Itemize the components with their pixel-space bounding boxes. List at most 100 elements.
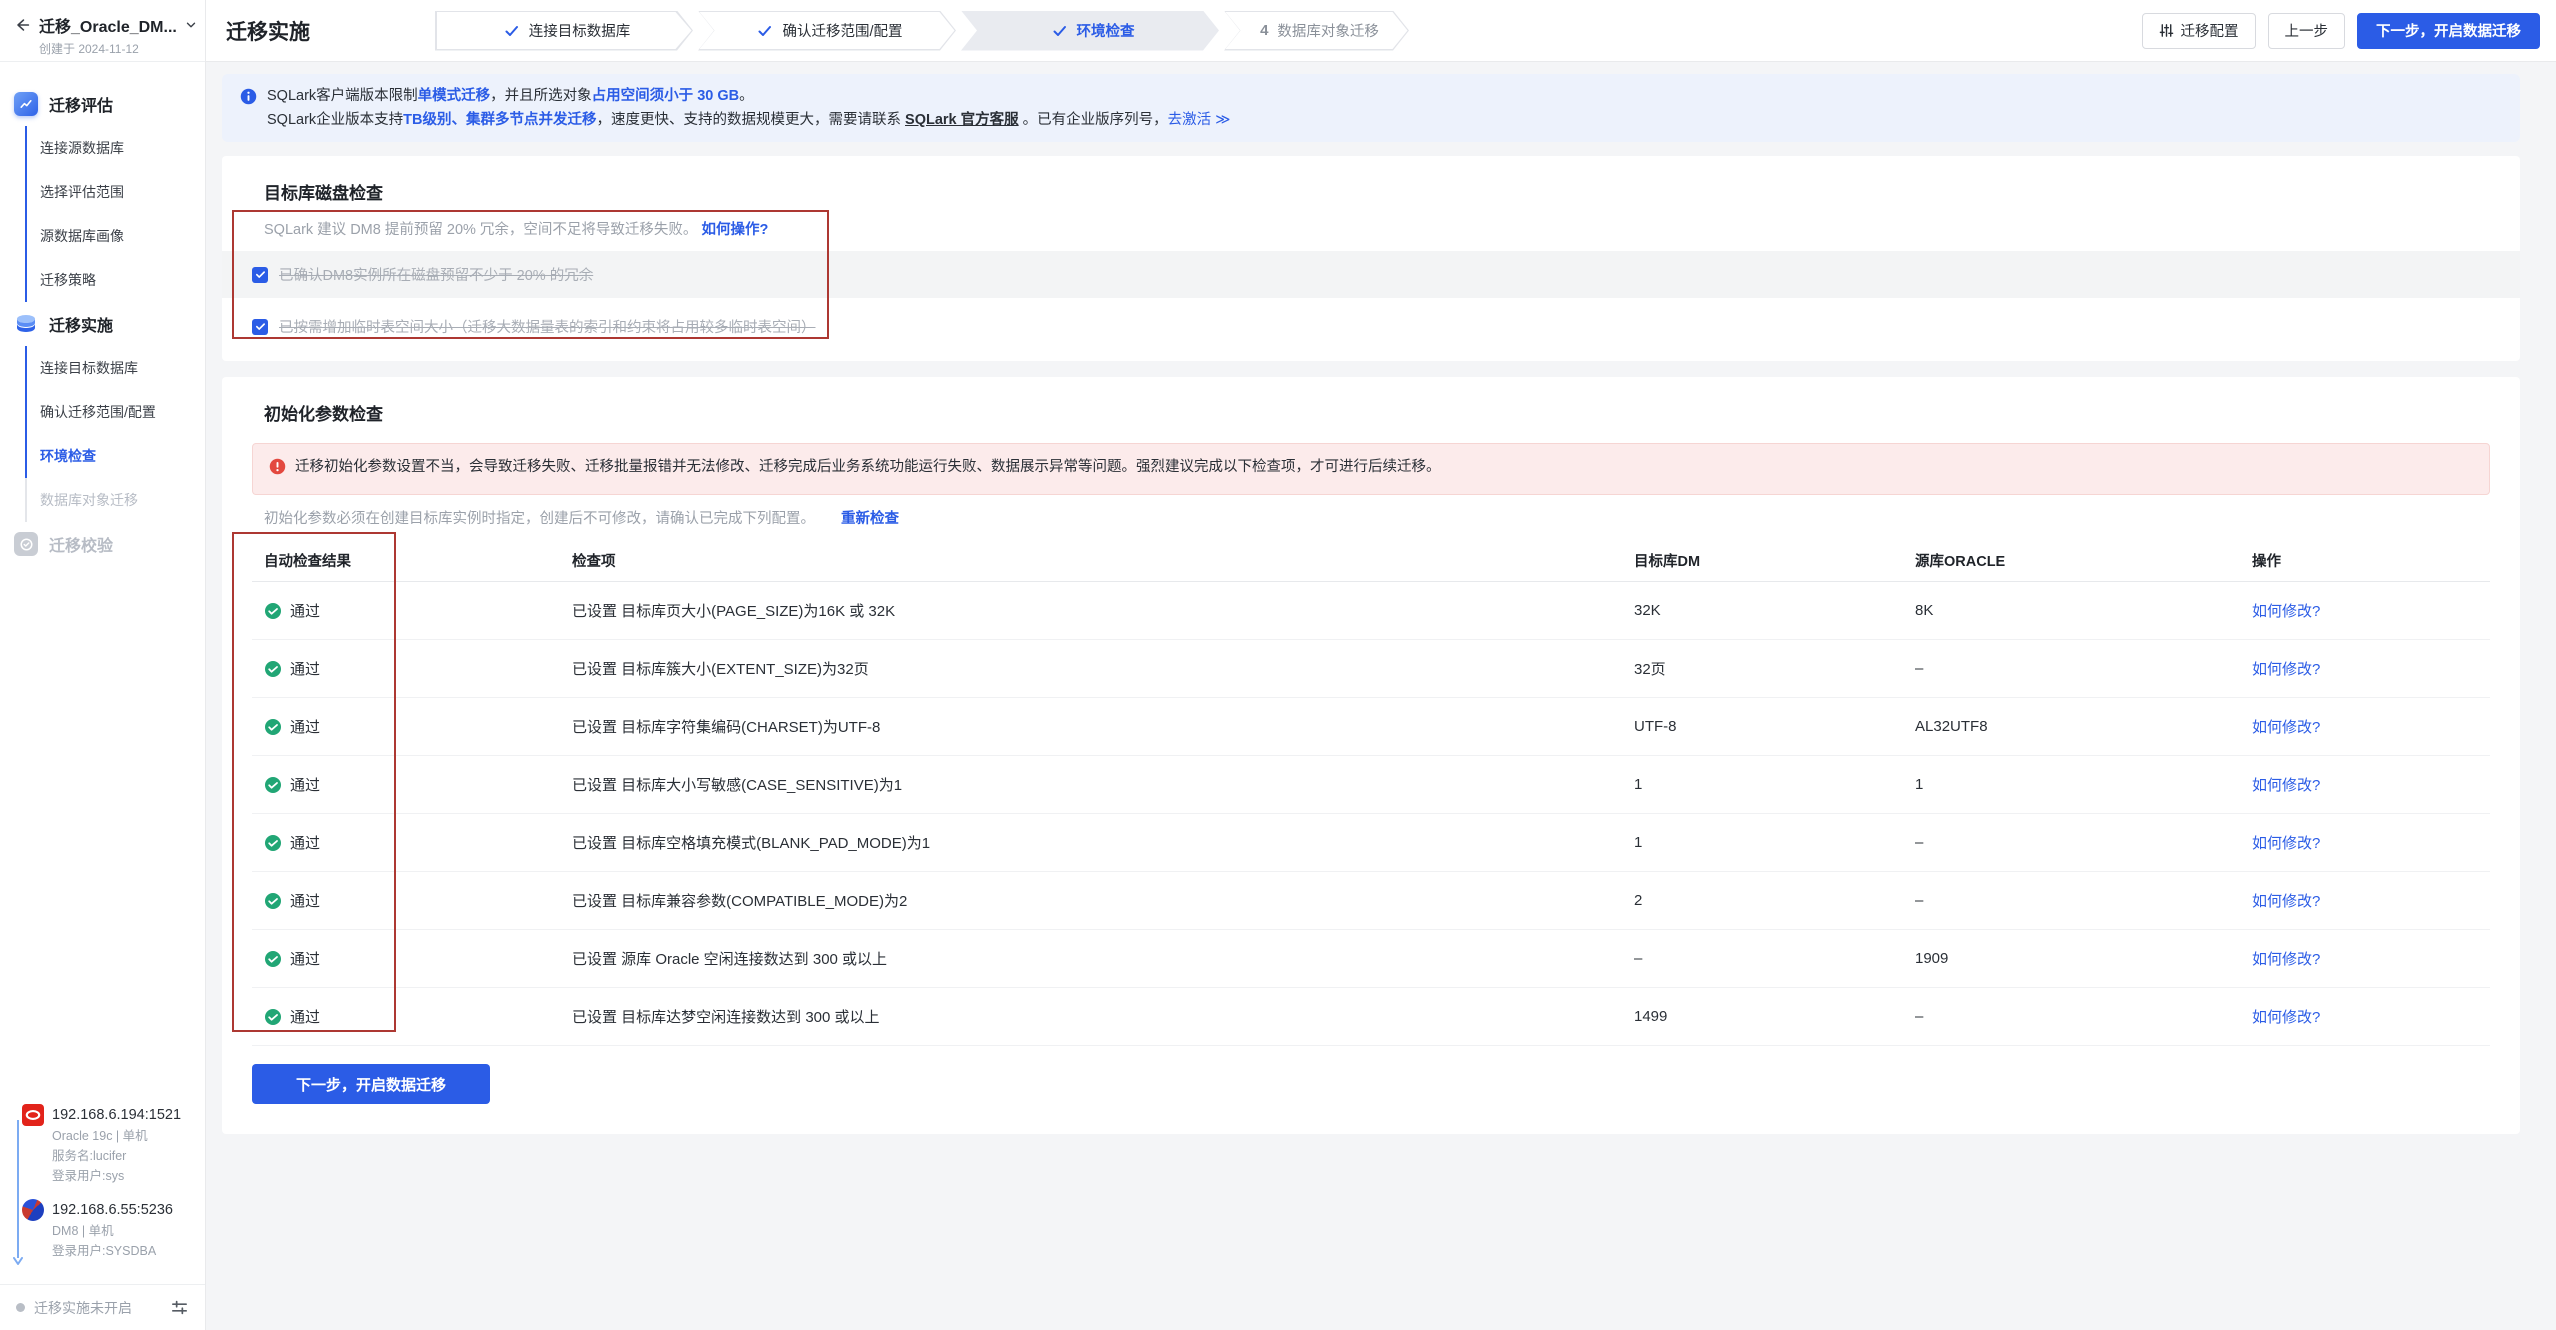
sliders-icon bbox=[2159, 23, 2174, 38]
project-created-date: 创建于 2024-11-12 bbox=[39, 40, 195, 57]
double-chevron-icon[interactable]: ≫ bbox=[1215, 112, 1230, 128]
check-item-text: 已设置 目标库页大小(PAGE_SIZE)为16K 或 32K bbox=[572, 600, 1634, 621]
how-to-fix-link[interactable]: 如何修改? bbox=[2252, 661, 2320, 678]
clipboard-check-icon bbox=[14, 532, 38, 556]
source-connection: 192.168.6.194:1521 Oracle 19c | 单机 服务名:l… bbox=[0, 1104, 205, 1186]
step-db-object-migration: 4 数据库对象迁移 bbox=[1224, 11, 1409, 51]
col-header-source-oracle: 源库ORACLE bbox=[1915, 550, 2252, 571]
sidebar-item-db-object-migration: 数据库对象迁移 bbox=[0, 478, 205, 522]
how-to-operate-link[interactable]: 如何操作? bbox=[701, 222, 768, 238]
check-item-text: 已设置 目标库兼容参数(COMPATIBLE_MODE)为2 bbox=[572, 890, 1634, 911]
start-data-migration-button[interactable]: 下一步，开启数据迁移 bbox=[252, 1064, 490, 1104]
sidebar-item-connect-source-db[interactable]: 连接源数据库 bbox=[0, 126, 205, 170]
oracle-icon bbox=[22, 1104, 44, 1126]
main-area: 迁移实施 连接目标数据库 确认迁移范围/配置 bbox=[206, 0, 2556, 1330]
sidebar-item-select-assess-scope[interactable]: 选择评估范围 bbox=[0, 170, 205, 214]
assessment-chart-icon bbox=[14, 92, 38, 116]
migration-config-button[interactable]: 迁移配置 bbox=[2142, 13, 2256, 49]
how-to-fix-link[interactable]: 如何修改? bbox=[2252, 893, 2320, 910]
oracle-value: – bbox=[1915, 892, 2252, 909]
init-check-table: 自动检查结果 检查项 目标库DM 源库ORACLE 操作 通过 已设置 目标库页… bbox=[252, 540, 2490, 1046]
how-to-fix-link[interactable]: 如何修改? bbox=[2252, 603, 2320, 620]
oracle-value: 1909 bbox=[1915, 950, 2252, 967]
alert-icon bbox=[269, 458, 286, 482]
row-status: 通过 bbox=[290, 948, 320, 969]
how-to-fix-link[interactable]: 如何修改? bbox=[2252, 1009, 2320, 1026]
how-to-fix-link[interactable]: 如何修改? bbox=[2252, 719, 2320, 736]
back-arrow-icon[interactable] bbox=[14, 16, 32, 34]
panel-toggle-icon[interactable] bbox=[170, 1298, 189, 1317]
how-to-fix-link[interactable]: 如何修改? bbox=[2252, 835, 2320, 852]
space-limit-emphasis: 占用空间须小于 30 GB bbox=[592, 88, 739, 104]
disk-check-row: 已确认DM8实例所在磁盘预留不少于 20% 的冗余 bbox=[222, 251, 2520, 298]
col-header-target-dm: 目标库DM bbox=[1634, 550, 1915, 571]
how-to-fix-link[interactable]: 如何修改? bbox=[2252, 777, 2320, 794]
pass-check-icon bbox=[264, 950, 282, 968]
sidebar-nav: 迁移评估 连接源数据库 选择评估范围 源数据库画像 迁移策略 迁移实施 连接目标… bbox=[0, 62, 205, 566]
sidebar-section-assessment[interactable]: 迁移评估 bbox=[0, 82, 205, 126]
banner-text: SQLark客户端版本限制单模式迁移，并且所选对象占用空间须小于 30 GB。 … bbox=[267, 84, 1230, 132]
dm-value: 2 bbox=[1634, 892, 1915, 909]
source-service: 服务名:lucifer bbox=[52, 1146, 205, 1166]
sidebar-item-migration-strategy[interactable]: 迁移策略 bbox=[0, 258, 205, 302]
checkbox-checked-icon[interactable] bbox=[252, 267, 268, 283]
init-params-title: 初始化参数检查 bbox=[264, 403, 2490, 427]
recheck-link[interactable]: 重新检查 bbox=[841, 511, 899, 527]
step-number: 4 bbox=[1260, 22, 1268, 39]
banner-line-1: SQLark客户端版本限制单模式迁移，并且所选对象占用空间须小于 30 GB。 bbox=[267, 84, 1230, 108]
pass-check-icon bbox=[264, 776, 282, 794]
activate-link[interactable]: 去激活 bbox=[1168, 112, 1212, 128]
row-status: 通过 bbox=[290, 600, 320, 621]
dm-value: 1 bbox=[1634, 776, 1915, 793]
project-switcher[interactable]: 迁移_Oracle_DM... bbox=[14, 13, 195, 37]
content: SQLark客户端版本限制单模式迁移，并且所选对象占用空间须小于 30 GB。 … bbox=[206, 62, 2556, 1330]
info-banner: SQLark客户端版本限制单模式迁移，并且所选对象占用空间须小于 30 GB。 … bbox=[222, 74, 2520, 142]
oracle-value: – bbox=[1915, 660, 2252, 677]
sidebar-item-connect-target-db[interactable]: 连接目标数据库 bbox=[0, 346, 205, 390]
init-params-alert: 迁移初始化参数设置不当，会导致迁移失败、迁移批量报错并无法修改、迁移完成后业务系… bbox=[252, 443, 2490, 495]
sidebar-item-source-db-profile[interactable]: 源数据库画像 bbox=[0, 214, 205, 258]
table-row: 通过 已设置 目标库页大小(PAGE_SIZE)为16K 或 32K 32K 8… bbox=[252, 582, 2490, 640]
target-meta: DM8 | 单机 bbox=[52, 1221, 205, 1241]
col-header-result: 自动检查结果 bbox=[252, 550, 572, 571]
single-mode-emphasis: 单模式迁移 bbox=[418, 88, 491, 104]
sidebar-item-confirm-scope-config[interactable]: 确认迁移范围/配置 bbox=[0, 390, 205, 434]
row-status: 通过 bbox=[290, 890, 320, 911]
dm-value: UTF-8 bbox=[1634, 718, 1915, 735]
next-step-button[interactable]: 下一步，开启数据迁移 bbox=[2357, 13, 2540, 49]
banner-line-2: SQLark企业版本支持TB级别、集群多节点并发迁移，速度更快、支持的数据规模更… bbox=[267, 108, 1230, 132]
step-confirm-scope-config[interactable]: 确认迁移范围/配置 bbox=[698, 11, 956, 51]
chevron-down-icon[interactable] bbox=[184, 18, 198, 32]
check-item-text: 已设置 目标库达梦空闲连接数达到 300 或以上 bbox=[572, 1006, 1634, 1027]
database-stack-icon bbox=[14, 312, 38, 336]
section-label: 迁移校验 bbox=[49, 532, 113, 556]
sidebar-section-implementation[interactable]: 迁移实施 bbox=[0, 302, 205, 346]
dm-value: 32页 bbox=[1634, 658, 1915, 679]
source-login-user: 登录用户:sys bbox=[52, 1166, 205, 1186]
page-title: 迁移实施 bbox=[226, 16, 310, 46]
row-status: 通过 bbox=[290, 716, 320, 737]
section-label: 迁移实施 bbox=[49, 312, 113, 336]
step-done-check-icon bbox=[1052, 23, 1068, 39]
topbar: 迁移实施 连接目标数据库 确认迁移范围/配置 bbox=[206, 0, 2556, 62]
target-address: 192.168.6.55:5236 bbox=[52, 1199, 205, 1221]
step-environment-check[interactable]: 环境检查 bbox=[961, 11, 1219, 51]
checkbox-checked-icon[interactable] bbox=[252, 319, 268, 335]
dm-value: 1 bbox=[1634, 834, 1915, 851]
dm-value: – bbox=[1634, 950, 1915, 967]
row-status: 通过 bbox=[290, 832, 320, 853]
step-connect-target-db[interactable]: 连接目标数据库 bbox=[435, 11, 693, 51]
oracle-value: 1 bbox=[1915, 776, 2252, 793]
check-item-text: 已设置 目标库字符集编码(CHARSET)为UTF-8 bbox=[572, 716, 1634, 737]
sidebar: 迁移_Oracle_DM... 创建于 2024-11-12 迁移评估 连接源数… bbox=[0, 0, 206, 1330]
pass-check-icon bbox=[264, 718, 282, 736]
table-row: 通过 已设置 目标库达梦空闲连接数达到 300 或以上 1499 – 如何修改? bbox=[252, 988, 2490, 1046]
sidebar-item-environment-check[interactable]: 环境检查 bbox=[0, 434, 205, 478]
official-support-link[interactable]: SQLark 官方客服 bbox=[905, 112, 1019, 128]
dm-database-icon bbox=[22, 1199, 44, 1221]
sidebar-section-verification[interactable]: 迁移校验 bbox=[0, 522, 205, 566]
prev-step-button[interactable]: 上一步 bbox=[2268, 13, 2346, 49]
how-to-fix-link[interactable]: 如何修改? bbox=[2252, 951, 2320, 968]
pass-check-icon bbox=[264, 1008, 282, 1026]
table-row: 通过 已设置 目标库字符集编码(CHARSET)为UTF-8 UTF-8 AL3… bbox=[252, 698, 2490, 756]
